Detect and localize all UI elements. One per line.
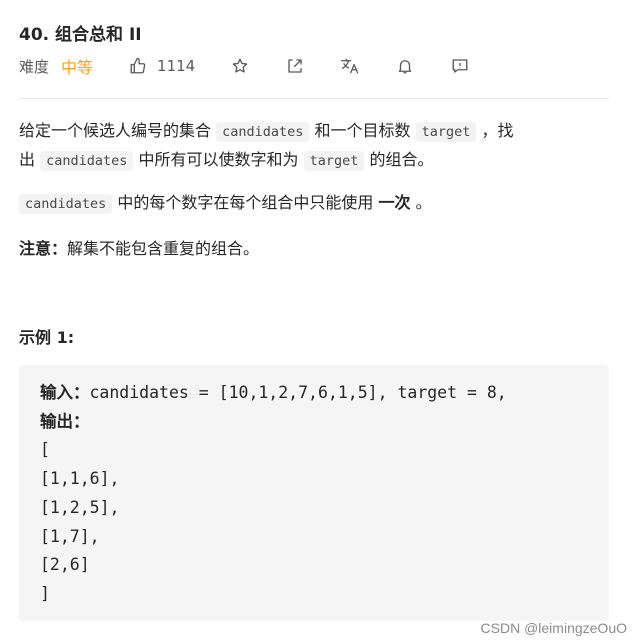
example-content: 输入：candidates = [10,1,2,7,6,1,5], target… — [40, 379, 507, 609]
inline-code: candidates — [40, 151, 134, 171]
like-count: 1114 — [157, 57, 196, 75]
problem-meta-bar: 难度 中等 1114 — [19, 54, 471, 78]
difficulty-badge: 中等 — [61, 58, 94, 77]
translate-icon[interactable] — [339, 55, 361, 77]
output-line: [1,7], — [40, 526, 100, 546]
output-line: [1,2,5], — [40, 497, 120, 517]
like-button[interactable]: 1114 — [127, 55, 195, 77]
note-text: 解集不能包含重复的组合。 — [67, 239, 260, 258]
share-icon[interactable] — [284, 55, 306, 77]
desc-text: 。 — [415, 193, 432, 212]
thumbs-up-icon — [127, 55, 149, 77]
header-divider — [19, 98, 609, 99]
description-paragraph-2: candidates 中的每个数字在每个组合中只能使用 一次 。 — [19, 189, 579, 218]
difficulty-label: 难度 — [19, 57, 50, 76]
input-label: 输入： — [40, 383, 90, 402]
output-line: [1,1,6], — [40, 469, 120, 489]
example-title: 示例 1: — [19, 328, 75, 347]
output-line: [2,6] — [40, 555, 90, 575]
description-note: 注意：解集不能包含重复的组合。 — [19, 235, 579, 262]
desc-text: 出 — [19, 150, 36, 169]
desc-text: 中的每个数字在每个组合中只能使用 — [117, 193, 374, 212]
note-label: 注意： — [19, 239, 68, 258]
inline-code: target — [415, 122, 477, 142]
star-icon[interactable] — [229, 55, 251, 77]
desc-text: 中所有可以使数字和为 — [138, 150, 299, 169]
input-value: candidates = [10,1,2,7,6,1,5], target = … — [89, 383, 507, 402]
inline-code: candidates — [216, 122, 310, 142]
output-label: 输出： — [40, 411, 90, 431]
desc-bold-text: 一次 — [378, 193, 411, 212]
problem-title: 40. 组合总和 II — [19, 25, 142, 45]
bell-icon[interactable] — [394, 55, 416, 77]
desc-text: ，找 — [481, 121, 514, 140]
inline-code: target — [303, 151, 365, 171]
desc-text: 和一个目标数 — [314, 121, 411, 140]
desc-text: 的组合。 — [369, 150, 434, 169]
output-line: ] — [40, 583, 50, 603]
feedback-icon[interactable] — [449, 55, 471, 77]
description-paragraph-1: 给定一个候选人编号的集合 candidates 和一个目标数 target ，找… — [19, 117, 579, 175]
desc-text: 给定一个候选人编号的集合 — [19, 121, 212, 140]
output-line: [ — [40, 440, 50, 460]
inline-code: candidates — [19, 194, 113, 214]
example-code-block: 输入：candidates = [10,1,2,7,6,1,5], target… — [19, 365, 609, 621]
watermark: CSDN @leimingzeOuO — [480, 620, 627, 636]
